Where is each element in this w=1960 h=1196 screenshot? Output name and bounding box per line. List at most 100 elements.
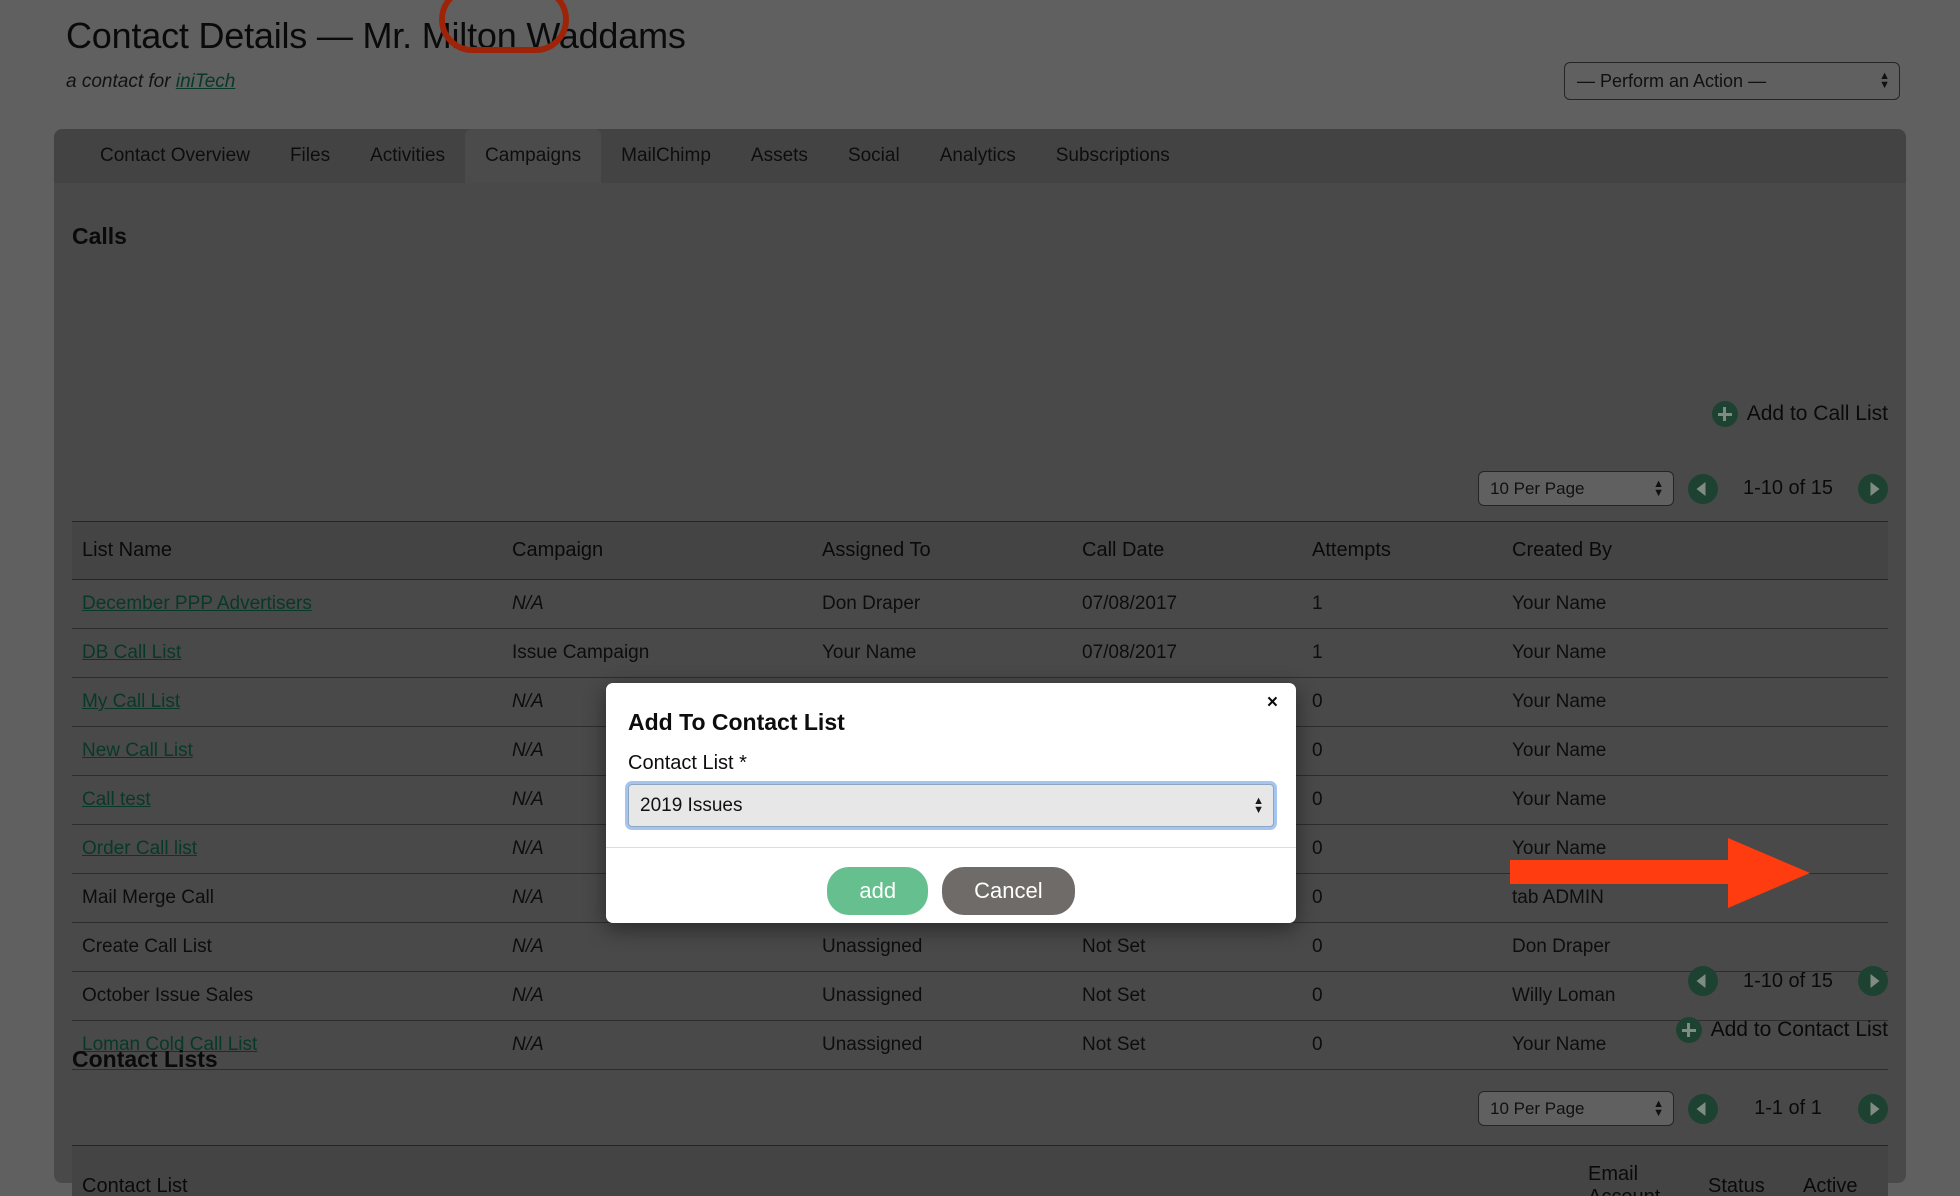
tab-mailchimp[interactable]: MailChimp: [601, 129, 731, 183]
cell-assigned-to: Unassigned: [812, 922, 1072, 973]
contact-lists-header-row: Contact List Email Account Status Active: [72, 1145, 1888, 1196]
add-to-contact-list-button[interactable]: Add to Contact List: [1675, 1017, 1888, 1044]
cell-list-name: Create Call List: [72, 922, 502, 973]
list-name-link[interactable]: December PPP Advertisers: [82, 593, 312, 614]
cell-call-date: 07/08/2017: [1072, 628, 1302, 679]
add-to-call-list-label: Add to Call List: [1746, 402, 1888, 426]
dialog-button-row: add Cancel: [628, 867, 1274, 915]
cell-attempts: 1: [1302, 628, 1502, 679]
add-to-call-list-button[interactable]: Add to Call List: [1711, 401, 1888, 428]
table-row: Create Call List N/A Unassigned Not Set 0 Don…: [72, 922, 1888, 973]
perform-action-select[interactable]: — Perform an Action —: [1564, 62, 1900, 100]
list-name-link[interactable]: New Call List: [82, 740, 193, 761]
cell-created-by: Your Name: [1502, 824, 1888, 875]
perform-action-select-wrapper: — Perform an Action — ▲ ▼: [1564, 62, 1900, 100]
cell-created-by: Your Name: [1502, 775, 1888, 826]
calls-next-page-button-bottom[interactable]: [1858, 966, 1888, 997]
contact-lists-prev-page-button[interactable]: [1688, 1093, 1718, 1124]
calls-section-title: Calls: [72, 223, 127, 250]
tab-analytics[interactable]: Analytics: [920, 129, 1036, 183]
contact-lists-table-head: Contact List Email Account Status Active: [72, 1145, 1888, 1196]
cell-assigned-to: Your Name: [812, 628, 1072, 679]
tab-files[interactable]: Files: [270, 129, 350, 183]
col-campaign: Campaign: [502, 521, 812, 581]
col-list-name: List Name: [72, 521, 502, 581]
calls-next-page-button[interactable]: [1858, 473, 1888, 504]
subtitle-prefix: a contact for: [66, 71, 176, 93]
cell-list-name[interactable]: Call test: [72, 775, 502, 826]
cell-list-name[interactable]: Order Call list: [72, 824, 502, 875]
list-name-link[interactable]: Call test: [82, 789, 151, 810]
page-root: Contact Details — Mr. Milton Waddams a c…: [0, 0, 1960, 1196]
contact-lists-per-page-select[interactable]: 10 Per Page: [1478, 1091, 1674, 1127]
contact-lists-next-page-button[interactable]: [1858, 1093, 1888, 1124]
list-name-link[interactable]: Order Call list: [82, 838, 197, 859]
contact-lists-section-title: Contact Lists: [72, 1046, 218, 1073]
tab-social[interactable]: Social: [828, 129, 920, 183]
tab-label: Campaigns: [485, 145, 582, 167]
cell-created-by: tab ADMIN: [1502, 873, 1888, 924]
cell-attempts: 0: [1302, 873, 1502, 924]
col-assigned-to: Assigned To: [812, 521, 1072, 581]
tab-assets[interactable]: Assets: [731, 129, 828, 183]
cell-campaign: N/A: [502, 579, 812, 630]
tab-activities[interactable]: Activities: [350, 129, 465, 183]
cell-assigned-to: Don Draper: [812, 579, 1072, 630]
cell-created-by: Your Name: [1502, 677, 1888, 728]
cell-attempts: 1: [1302, 579, 1502, 630]
plus-circle-icon: [1711, 401, 1738, 428]
contact-lists-table-wrapper: Contact List Email Account Status Active…: [72, 1145, 1888, 1196]
cell-campaign: N/A: [502, 922, 812, 973]
contact-lists-range-label-top: 1-1 of 1: [1754, 1097, 1822, 1120]
contact-lists-per-page-shell: 10 Per Page ▲ ▼: [1478, 1091, 1674, 1127]
cell-created-by: Don Draper: [1502, 922, 1888, 973]
col-attempts: Attempts: [1302, 521, 1502, 581]
cell-attempts: 0: [1302, 775, 1502, 826]
cell-attempts: 0: [1302, 677, 1502, 728]
tab-bar: Contact Overview Files Activities Campai…: [54, 129, 1906, 184]
calls-per-page-select[interactable]: 10 Per Page: [1478, 471, 1674, 507]
tab-campaigns[interactable]: Campaigns: [465, 129, 602, 184]
calls-prev-page-button[interactable]: [1688, 473, 1718, 504]
cell-list-name[interactable]: DB Call List: [72, 628, 502, 679]
table-row: Loman Cold Call List N/A Unassigned Not Set…: [72, 1020, 1888, 1071]
dialog-title: Add To Contact List: [628, 709, 845, 735]
cell-list-name[interactable]: New Call List: [72, 726, 502, 777]
list-name-link[interactable]: DB Call List: [82, 642, 181, 663]
cell-call-date: 07/08/2017: [1072, 579, 1302, 630]
list-name-link[interactable]: My Call List: [82, 691, 180, 712]
calls-per-page-shell: 10 Per Page ▲ ▼: [1478, 471, 1674, 507]
calls-prev-page-button-bottom[interactable]: [1688, 966, 1718, 997]
cell-list-name[interactable]: December PPP Advertisers: [72, 579, 502, 630]
tab-subscriptions[interactable]: Subscriptions: [1036, 129, 1190, 183]
calls-table-head: List Name Campaign Assigned To Call Date…: [72, 521, 1888, 581]
contact-list-field-label: Contact List *: [628, 752, 747, 774]
contact-lists-table: Contact List Email Account Status Active…: [72, 1145, 1888, 1196]
calls-pager-top: 10 Per Page ▲ ▼ 1-10 of 15: [1478, 471, 1888, 507]
cell-attempts: 0: [1302, 971, 1502, 1022]
add-button[interactable]: add: [827, 867, 929, 915]
contact-list-select[interactable]: 2019 Issues: [628, 784, 1274, 827]
cell-campaign: N/A: [502, 971, 812, 1022]
cell-created-by: Your Name: [1502, 726, 1888, 777]
cell-created-by: Your Name: [1502, 628, 1888, 679]
dialog-divider: [606, 847, 1296, 848]
plus-circle-icon: [1675, 1017, 1702, 1044]
cancel-button[interactable]: Cancel: [942, 867, 1075, 915]
cell-campaign: Issue Campaign: [502, 628, 812, 679]
col-email-account: Email Account: [1578, 1145, 1698, 1196]
cell-assigned-to: Unassigned: [812, 971, 1072, 1022]
cell-call-date: Not Set: [1072, 922, 1302, 973]
close-icon[interactable]: ×: [1267, 693, 1278, 712]
tab-label: Activities: [370, 145, 446, 167]
calls-range-label-top: 1-10 of 15: [1742, 477, 1834, 500]
col-created-by: Created By: [1502, 521, 1888, 581]
cell-attempts: 0: [1302, 726, 1502, 777]
tab-contact-overview[interactable]: Contact Overview: [80, 129, 270, 183]
company-link[interactable]: iniTech: [176, 71, 236, 92]
contact-list-select-shell: 2019 Issues ▲ ▼: [628, 784, 1274, 827]
cell-list-name[interactable]: My Call List: [72, 677, 502, 728]
col-contact-list: Contact List: [72, 1145, 1578, 1196]
add-to-contact-list-label: Add to Contact List: [1710, 1018, 1888, 1042]
tab-label: Analytics: [939, 145, 1016, 167]
